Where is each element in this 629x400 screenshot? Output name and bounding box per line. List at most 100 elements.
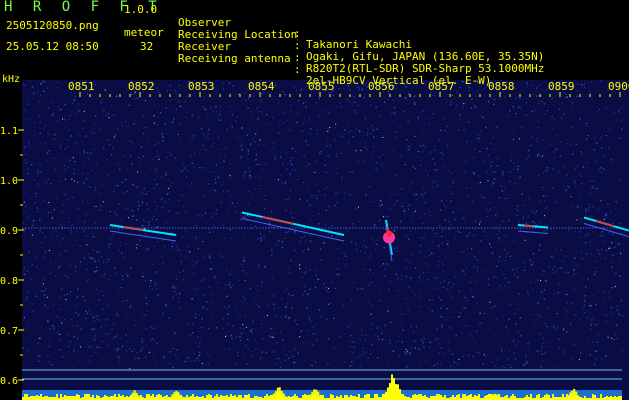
noise-speck xyxy=(232,85,234,87)
noise-speck xyxy=(198,314,200,316)
noise-speck xyxy=(432,187,434,189)
noise-speck xyxy=(518,293,520,295)
noise-bright-speck xyxy=(225,336,226,337)
activity-level-bar xyxy=(98,396,100,400)
noise-speck xyxy=(459,312,461,314)
activity-level-bar xyxy=(512,394,514,400)
noise-speck xyxy=(32,220,35,222)
noise-speck xyxy=(237,355,239,357)
noise-speck xyxy=(107,318,109,321)
noise-speck xyxy=(389,143,391,145)
noise-speck xyxy=(181,194,183,196)
noise-speck xyxy=(408,149,410,151)
noise-speck xyxy=(86,312,89,314)
noise-speck xyxy=(517,177,519,179)
noise-speck xyxy=(32,303,34,305)
noise-speck xyxy=(379,300,381,302)
noise-speck xyxy=(465,187,467,189)
noise-speck xyxy=(619,137,622,139)
noise-speck xyxy=(306,165,308,167)
noise-speck xyxy=(438,139,440,142)
noise-bright-speck xyxy=(142,276,144,277)
noise-speck xyxy=(32,224,34,227)
noise-speck xyxy=(471,248,473,250)
noise-bright-speck xyxy=(447,243,449,245)
carrier-trace xyxy=(511,227,513,229)
noise-speck xyxy=(326,109,328,111)
noise-speck xyxy=(346,99,348,101)
noise-speck xyxy=(51,363,53,366)
meteor-head-core xyxy=(386,230,392,237)
noise-speck xyxy=(103,295,105,297)
noise-speck xyxy=(121,345,124,348)
noise-speck xyxy=(166,156,168,158)
noise-speck xyxy=(383,317,385,319)
noise-speck xyxy=(539,100,541,102)
noise-speck xyxy=(330,127,332,129)
noise-speck xyxy=(534,212,536,215)
noise-speck xyxy=(194,360,196,362)
noise-speck xyxy=(43,81,45,83)
noise-speck xyxy=(211,145,213,147)
noise-speck xyxy=(241,144,243,146)
noise-speck xyxy=(529,145,531,147)
noise-speck xyxy=(329,302,331,304)
noise-speck xyxy=(474,256,476,258)
carrier-trace xyxy=(88,227,90,229)
noise-speck xyxy=(282,339,284,341)
noise-speck xyxy=(84,239,86,241)
noise-speck xyxy=(156,87,158,89)
noise-speck xyxy=(592,231,594,233)
noise-speck xyxy=(23,354,25,356)
noise-speck xyxy=(30,278,32,280)
noise-speck xyxy=(478,175,480,177)
noise-speck xyxy=(518,221,520,223)
noise-speck xyxy=(553,327,555,329)
noise-speck xyxy=(198,288,200,290)
noise-speck xyxy=(241,332,243,335)
noise-speck xyxy=(112,337,114,339)
carrier-trace xyxy=(274,227,276,229)
noise-speck xyxy=(126,314,128,316)
noise-speck xyxy=(355,243,357,245)
noise-speck xyxy=(605,135,607,137)
noise-speck xyxy=(176,349,178,351)
noise-speck xyxy=(89,361,92,364)
noise-speck xyxy=(587,233,589,235)
noise-speck xyxy=(127,179,129,181)
noise-speck xyxy=(457,104,459,106)
noise-speck xyxy=(167,193,169,195)
noise-bright-speck xyxy=(299,268,301,269)
noise-speck xyxy=(305,140,307,142)
noise-speck xyxy=(479,150,481,153)
noise-speck xyxy=(248,167,250,169)
noise-speck xyxy=(200,280,202,283)
noise-speck xyxy=(248,97,250,99)
noise-speck xyxy=(351,171,353,173)
noise-speck xyxy=(354,109,356,111)
noise-speck xyxy=(595,359,598,361)
noise-speck xyxy=(244,215,246,217)
noise-speck xyxy=(558,347,560,350)
noise-speck xyxy=(354,209,356,211)
noise-speck xyxy=(453,181,455,183)
noise-speck xyxy=(476,95,478,97)
noise-speck xyxy=(37,210,39,213)
noise-speck xyxy=(590,188,592,190)
noise-speck xyxy=(57,331,59,333)
noise-speck xyxy=(24,146,26,148)
noise-speck xyxy=(490,246,492,248)
carrier-trace xyxy=(418,227,420,229)
noise-speck xyxy=(213,172,215,174)
noise-speck xyxy=(147,191,149,193)
noise-speck xyxy=(286,152,288,154)
noise-speck xyxy=(229,105,231,108)
carrier-trace xyxy=(331,227,333,229)
noise-speck xyxy=(362,353,364,355)
activity-level-bar xyxy=(206,395,208,400)
activity-level-bar xyxy=(246,395,248,400)
noise-speck xyxy=(304,235,306,237)
noise-speck xyxy=(96,315,98,317)
activity-level-bar xyxy=(156,395,158,400)
noise-bright-speck xyxy=(243,260,245,262)
